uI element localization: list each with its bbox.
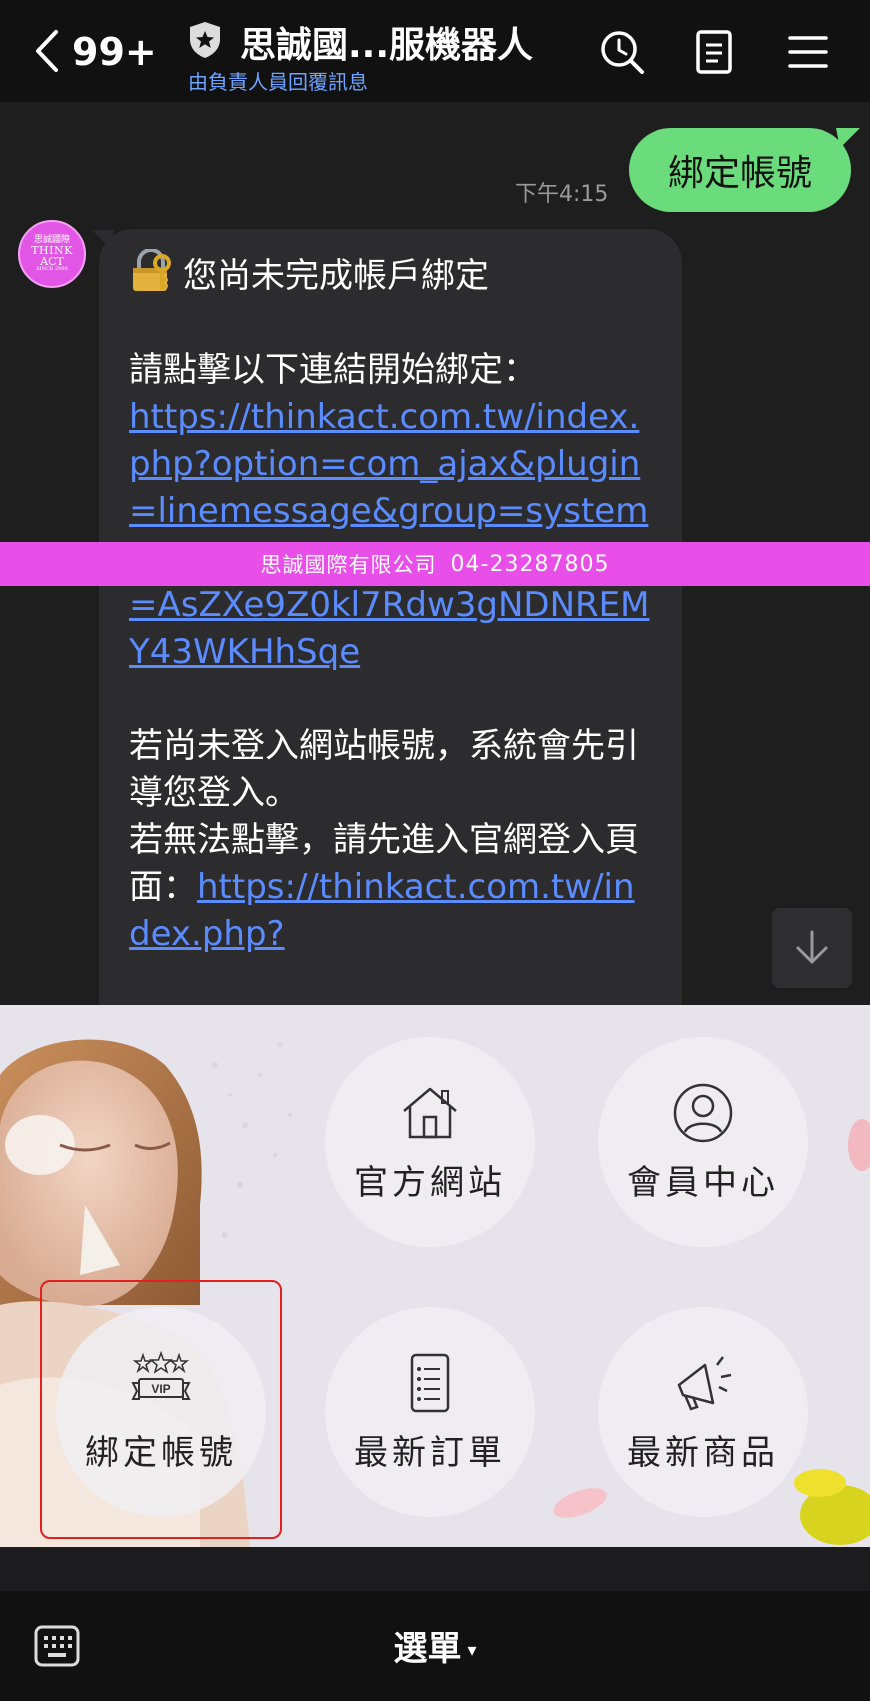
menu-item-bind-account[interactable]: VIP 綁定帳號 xyxy=(56,1307,266,1517)
company-phone[interactable]: 04-23287805 xyxy=(451,552,610,577)
menu-item-label: 最新訂單 xyxy=(354,1432,506,1473)
order-list-icon xyxy=(410,1353,450,1412)
bottom-bar: 選單 ▾ xyxy=(0,1591,870,1701)
notes-icon[interactable] xyxy=(690,28,738,76)
menu-toggle-label: 選單 xyxy=(393,1629,462,1669)
menu-item-label: 會員中心 xyxy=(627,1162,779,1203)
arrow-down-icon xyxy=(796,930,828,964)
menu-item-member-center[interactable]: 會員中心 xyxy=(598,1037,808,1247)
message-timestamp: 下午4:15 xyxy=(515,182,609,207)
avatar[interactable]: 思誠國際 THINK ACT SINCE 2008 xyxy=(18,220,86,288)
received-message-text: 您尚未完成帳戶綁定 請點擊以下連結開始綁定： https://thinkact.… xyxy=(129,249,652,958)
bind-account-link[interactable]: https://thinkact.com.tw/index.php?option… xyxy=(129,397,649,672)
company-name: 思誠國際有限公司 xyxy=(260,553,437,577)
sent-message-text: 綁定帳號 xyxy=(667,153,812,194)
rich-menu-toggle[interactable]: 選單 ▾ xyxy=(0,1621,870,1670)
megaphone-icon xyxy=(677,1355,732,1411)
chat-subtitle: 由負責人員回覆訊息 xyxy=(188,70,368,94)
back-icon[interactable] xyxy=(30,28,70,78)
received-message-bubble[interactable]: 您尚未完成帳戶綁定 請點擊以下連結開始綁定： https://thinkact.… xyxy=(99,229,682,1005)
unread-count[interactable]: 99+ xyxy=(72,30,157,74)
menu-item-official-site[interactable]: 官方網站 xyxy=(325,1037,535,1247)
shield-icon xyxy=(190,22,220,58)
chat-title: 思誠國...服機器人 xyxy=(240,25,534,66)
message-heading: 您尚未完成帳戶綁定 xyxy=(183,256,489,296)
menu-item-label: 最新商品 xyxy=(627,1432,779,1473)
vip-icon: VIP xyxy=(131,1350,191,1400)
message-prompt: 請點擊以下連結開始綁定： xyxy=(129,350,537,390)
message-note: 若尚未登入網站帳號，系統會先引導您登入。 xyxy=(129,726,639,813)
login-page-link[interactable]: https://thinkact.com.tw/index.php? xyxy=(129,867,635,954)
scroll-to-bottom-button[interactable] xyxy=(772,908,852,988)
menu-item-label: 綁定帳號 xyxy=(85,1432,237,1473)
sent-message-bubble[interactable]: 綁定帳號 xyxy=(629,128,851,212)
menu-item-latest-orders[interactable]: 最新訂單 xyxy=(325,1307,535,1517)
search-clock-icon[interactable] xyxy=(598,28,646,76)
house-icon xyxy=(403,1087,457,1138)
svg-text:VIP: VIP xyxy=(151,1382,170,1396)
lock-key-icon xyxy=(133,249,171,291)
chat-header: 99+ 思誠國...服機器人 由負責人員回覆訊息 xyxy=(0,0,870,102)
caret-down-icon: ▾ xyxy=(467,1640,477,1661)
menu-item-label: 官方網站 xyxy=(354,1162,506,1203)
menu-item-latest-products[interactable]: 最新商品 xyxy=(598,1307,808,1517)
company-banner: 思誠國際有限公司 04-23287805 xyxy=(0,542,870,586)
avatar-text: SINCE 2008 xyxy=(36,266,68,272)
user-icon xyxy=(673,1083,733,1142)
rich-menu: 官方網站 會員中心 VIP 綁定帳號 最新訂單 最新商品 xyxy=(0,1005,870,1547)
menu-icon[interactable] xyxy=(784,28,832,76)
